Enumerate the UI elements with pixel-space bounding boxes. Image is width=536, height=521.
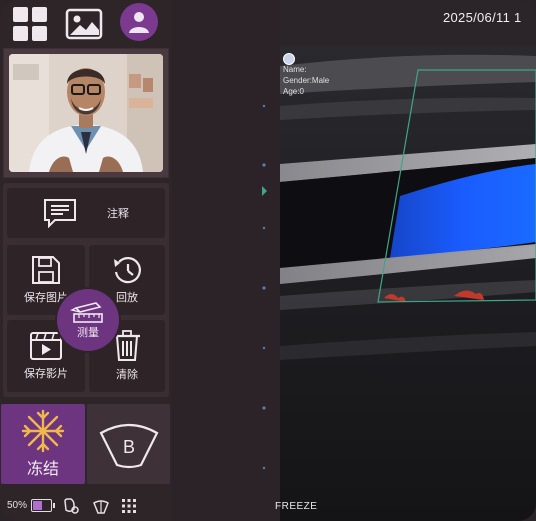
keypad-icon[interactable] (120, 497, 138, 515)
b-mode-icon: B (99, 423, 158, 469)
focus-marker-icon (262, 186, 267, 196)
freeze-label: 冻结 (26, 461, 59, 478)
video-icon (30, 332, 62, 360)
b-mode-label: B (122, 437, 134, 457)
datetime: 2025/06/11 1 (443, 10, 522, 25)
battery-fill (33, 501, 42, 510)
measure-label: 测量 (77, 327, 99, 339)
clear-label: 清除 (116, 369, 138, 381)
patient-gender: Gender:Male (283, 76, 330, 85)
user-profile-icon (129, 12, 149, 33)
save-video-label: 保存影片 (24, 368, 68, 380)
ultrasound-image[interactable] (280, 46, 536, 521)
user-profile-button[interactable] (120, 3, 158, 41)
annotate-button[interactable]: 注释 (7, 188, 165, 238)
patient-name: Name: (283, 65, 307, 74)
trash-icon (114, 330, 140, 361)
probe-icon[interactable] (62, 497, 80, 515)
save-icon (32, 256, 60, 284)
b-mode-button[interactable]: B (87, 404, 170, 484)
image-gallery-icon (65, 8, 103, 40)
left-control-panel: 注释 保存图片 回放 保存影片 清除 测量 冻结 B 50% (0, 0, 172, 521)
snowflake-icon (21, 409, 65, 453)
comment-icon (44, 199, 76, 228)
history-icon (114, 257, 141, 284)
doctor-video-feed (9, 54, 163, 172)
annotate-label: 注释 (107, 208, 129, 220)
status-bar: 50% (0, 492, 172, 521)
measure-button[interactable]: 测量 (57, 289, 119, 351)
freeze-status: FREEZE (275, 501, 318, 512)
depth-ruler (262, 104, 267, 470)
patient-age: Age:0 (283, 87, 304, 96)
playback-label: 回放 (116, 292, 138, 304)
app-frame: 注释 保存图片 回放 保存影片 清除 测量 冻结 B 50% Name: Gen… (0, 0, 536, 521)
battery-icon (31, 499, 55, 512)
patient-info: Name: Gender:Male Age:0 (283, 64, 329, 97)
freeze-button[interactable]: 冻结 (1, 404, 85, 484)
scan-sector-icon[interactable] (92, 497, 110, 515)
grid-icon (13, 7, 47, 41)
top-toolbar (0, 0, 172, 46)
ruler-pen-icon (70, 302, 103, 323)
battery-percent: 50% (7, 500, 28, 511)
gallery-button[interactable] (64, 4, 104, 44)
video-call-panel[interactable] (3, 48, 169, 178)
grid-layout-button[interactable] (10, 4, 50, 44)
